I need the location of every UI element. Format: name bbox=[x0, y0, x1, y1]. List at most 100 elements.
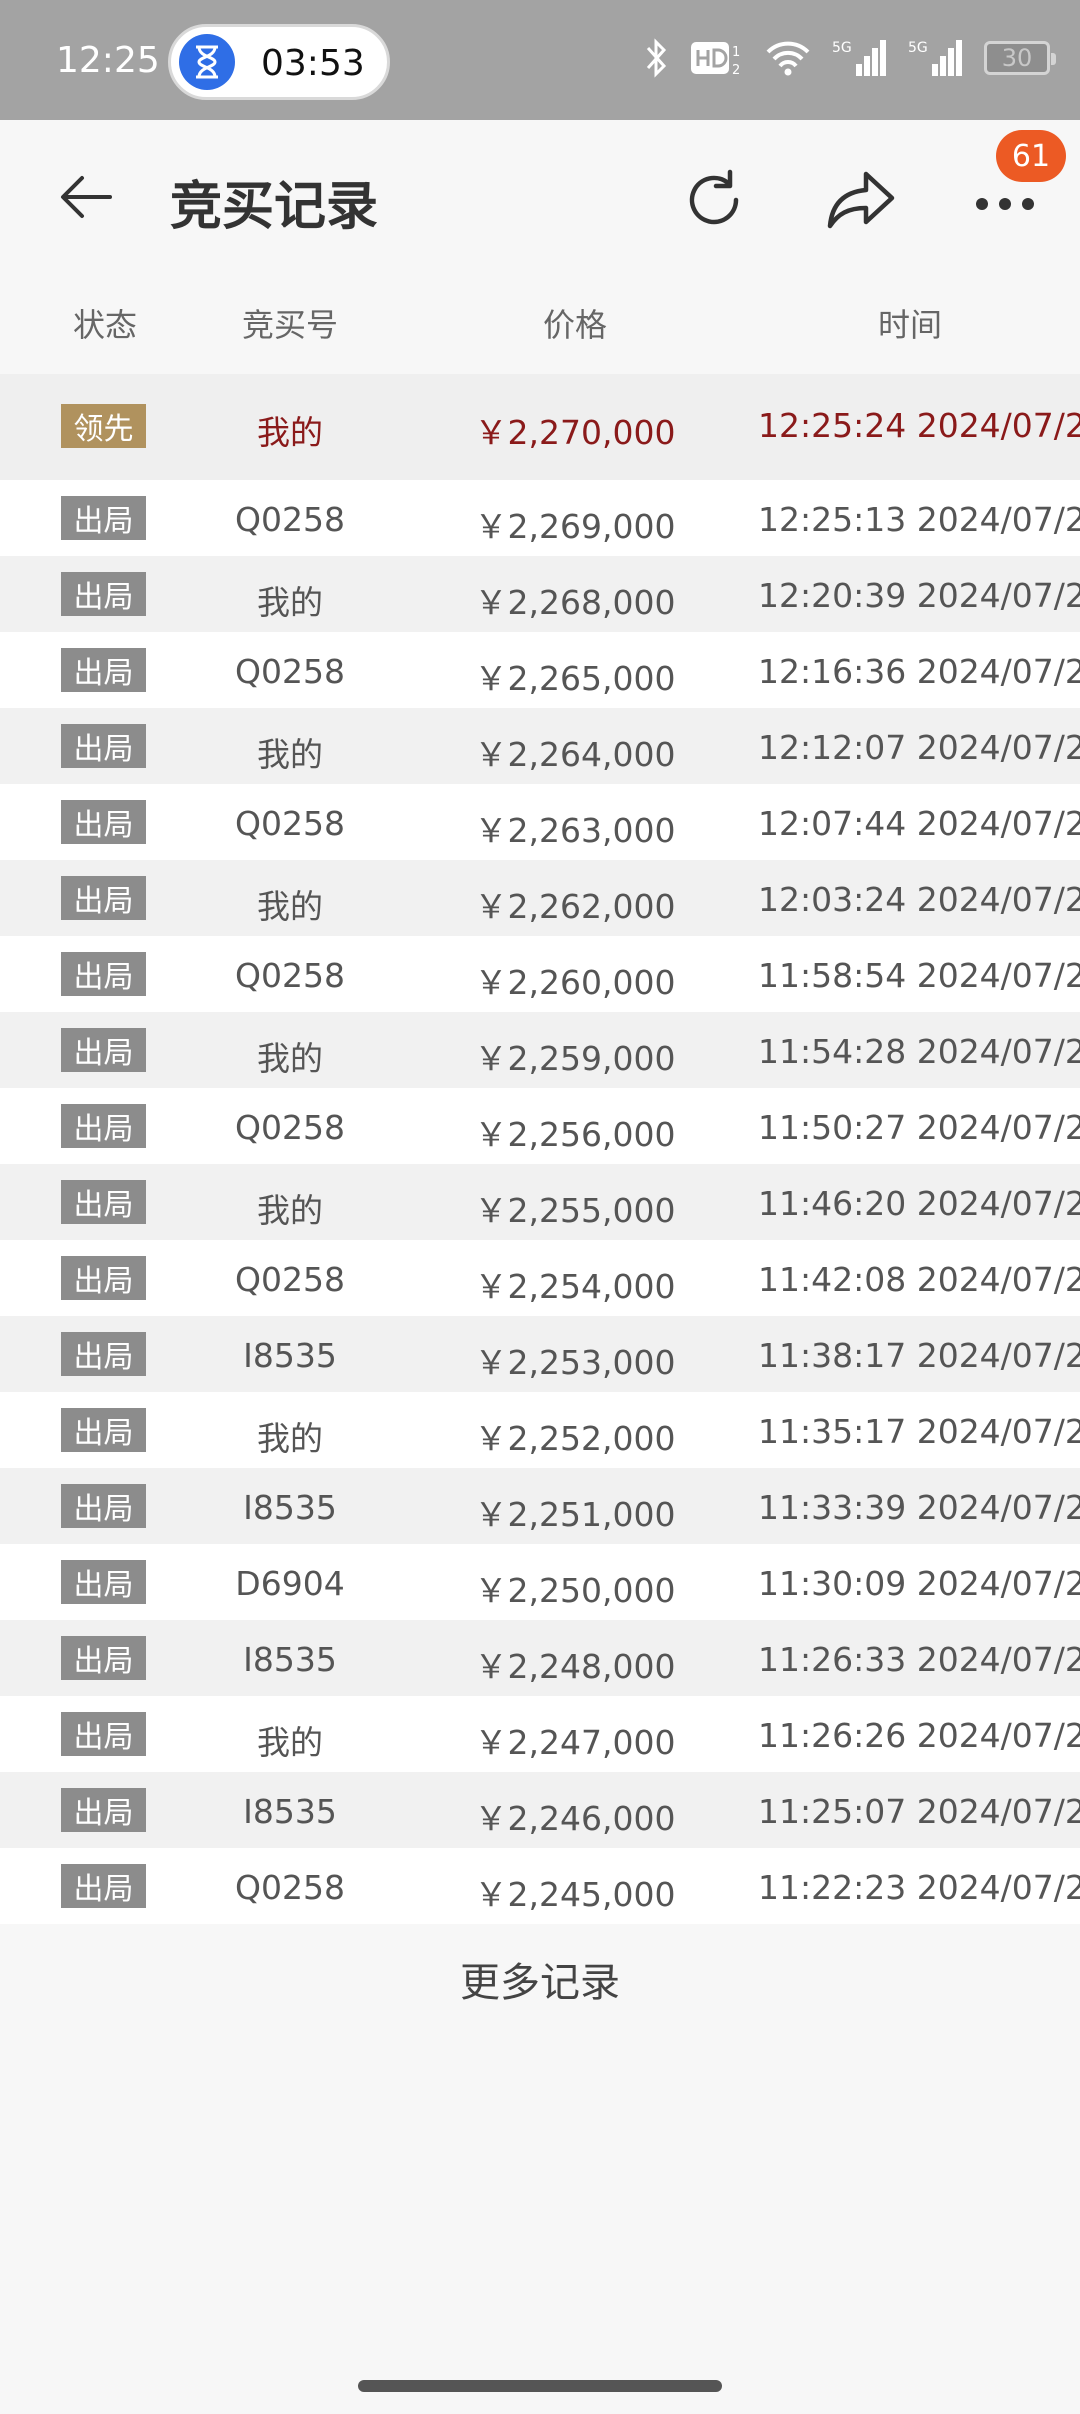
bidder-id: Q0258 bbox=[235, 804, 345, 843]
bid-price: ￥2,255,000 bbox=[474, 1191, 676, 1230]
bidder-id: I8535 bbox=[243, 1336, 337, 1375]
bid-time: 12:12:07 2024/07/26 bbox=[758, 728, 1080, 767]
table-row: 出局 我的 ￥2,255,000 11:46:20 2024/07/26 bbox=[0, 1164, 1080, 1240]
bid-price: ￥2,247,000 bbox=[474, 1723, 676, 1762]
bidder-id: Q0258 bbox=[235, 652, 345, 691]
status-tag: 出局 bbox=[61, 1560, 146, 1604]
table-row: 出局 我的 ￥2,252,000 11:35:17 2024/07/26 bbox=[0, 1392, 1080, 1468]
status-tag: 出局 bbox=[61, 1028, 146, 1072]
bid-price: ￥2,270,000 bbox=[474, 413, 676, 452]
status-tag: 出局 bbox=[61, 1408, 146, 1452]
bluetooth-icon bbox=[646, 38, 667, 78]
bid-price: ￥2,245,000 bbox=[474, 1875, 676, 1914]
bid-time: 11:22:23 2024/07/26 bbox=[758, 1868, 1080, 1907]
bid-time: 11:25:07 2024/07/26 bbox=[758, 1792, 1080, 1831]
bidder-id: 我的 bbox=[257, 413, 323, 452]
bid-time: 11:54:28 2024/07/26 bbox=[758, 1032, 1080, 1071]
bidder-id: Q0258 bbox=[235, 1868, 345, 1907]
status-tag: 出局 bbox=[61, 572, 146, 616]
bid-time: 11:35:17 2024/07/26 bbox=[758, 1412, 1080, 1451]
svg-text:2: 2 bbox=[732, 63, 740, 78]
signal-5g-icon: 5G bbox=[908, 40, 962, 76]
bidder-id: 我的 bbox=[257, 1723, 323, 1762]
table-row: 出局 I8535 ￥2,246,000 11:25:07 2024/07/26 bbox=[0, 1772, 1080, 1848]
table-row: 出局 I8535 ￥2,251,000 11:33:39 2024/07/26 bbox=[0, 1468, 1080, 1544]
table-row: 出局 Q0258 ￥2,260,000 11:58:54 2024/07/26 bbox=[0, 936, 1080, 1012]
more-button[interactable] bbox=[970, 184, 1040, 224]
bid-time: 12:03:24 2024/07/26 bbox=[758, 880, 1080, 919]
refresh-icon bbox=[689, 169, 739, 225]
bid-price: ￥2,260,000 bbox=[474, 963, 676, 1002]
column-header-price: 价格 bbox=[542, 306, 607, 344]
status-tag: 出局 bbox=[61, 1256, 146, 1300]
bid-price: ￥2,262,000 bbox=[474, 887, 676, 926]
bidder-id: 我的 bbox=[257, 583, 323, 622]
bidder-id: D6904 bbox=[235, 1564, 345, 1603]
bid-time: 11:26:33 2024/07/26 bbox=[758, 1640, 1080, 1679]
bid-time: 12:25:24 2024/07/26 bbox=[758, 406, 1080, 445]
bidder-id: Q0258 bbox=[235, 1260, 345, 1299]
home-indicator[interactable] bbox=[358, 2380, 722, 2392]
svg-text:1: 1 bbox=[732, 45, 740, 60]
bid-price: ￥2,248,000 bbox=[474, 1647, 676, 1686]
status-tag: 出局 bbox=[61, 1332, 146, 1376]
app-header: 竞买记录 61 bbox=[0, 120, 1080, 270]
table-row: 出局 Q0258 ￥2,256,000 11:50:27 2024/07/26 bbox=[0, 1088, 1080, 1164]
bidder-id: 我的 bbox=[257, 1419, 323, 1458]
bid-time: 11:58:54 2024/07/26 bbox=[758, 956, 1080, 995]
bid-time: 11:50:27 2024/07/26 bbox=[758, 1108, 1080, 1147]
bidder-id: I8535 bbox=[243, 1640, 337, 1679]
bidder-id: Q0258 bbox=[235, 956, 345, 995]
bid-time: 12:07:44 2024/07/26 bbox=[758, 804, 1080, 843]
bid-time: 12:16:36 2024/07/26 bbox=[758, 652, 1080, 691]
status-tag: 出局 bbox=[61, 724, 146, 768]
column-header-bidder: 竞买号 bbox=[241, 306, 338, 344]
table-row: 出局 我的 ￥2,259,000 11:54:28 2024/07/26 bbox=[0, 1012, 1080, 1088]
share-button[interactable] bbox=[824, 166, 898, 234]
refresh-button[interactable] bbox=[680, 166, 748, 234]
table-row: 出局 我的 ￥2,268,000 12:20:39 2024/07/26 bbox=[0, 556, 1080, 632]
column-header-status: 状态 bbox=[72, 306, 137, 344]
status-icons: 1 2 5G 5G 30 bbox=[644, 38, 1056, 78]
table-row: 出局 D6904 ￥2,250,000 11:30:09 2024/07/26 bbox=[0, 1544, 1080, 1620]
table-row: 出局 Q0258 ￥2,245,000 11:22:23 2024/07/26 bbox=[0, 1848, 1080, 1924]
table-row: 出局 I8535 ￥2,248,000 11:26:33 2024/07/26 bbox=[0, 1620, 1080, 1696]
table-row: 出局 Q0258 ￥2,254,000 11:42:08 2024/07/26 bbox=[0, 1240, 1080, 1316]
bidder-id: I8535 bbox=[243, 1488, 337, 1527]
svg-text:5G: 5G bbox=[908, 40, 928, 56]
bid-time: 11:46:20 2024/07/26 bbox=[758, 1184, 1080, 1223]
status-tag: 领先 bbox=[61, 404, 146, 448]
bid-price: ￥2,264,000 bbox=[474, 735, 676, 774]
timer-value: 03:53 bbox=[261, 43, 365, 84]
back-button[interactable] bbox=[56, 172, 116, 222]
more-dots-icon bbox=[976, 198, 1034, 210]
status-tag: 出局 bbox=[61, 1104, 146, 1148]
bid-price: ￥2,268,000 bbox=[474, 583, 676, 622]
bidder-id: Q0258 bbox=[235, 1108, 345, 1147]
svg-text:5G: 5G bbox=[832, 40, 852, 56]
bid-price: ￥2,254,000 bbox=[474, 1267, 676, 1306]
bid-price: ￥2,265,000 bbox=[474, 659, 676, 698]
status-tag: 出局 bbox=[61, 1864, 146, 1908]
status-time: 12:25 bbox=[56, 40, 160, 81]
bid-time: 11:30:09 2024/07/26 bbox=[758, 1564, 1080, 1603]
status-tag: 出局 bbox=[61, 800, 146, 844]
table-row: 出局 我的 ￥2,264,000 12:12:07 2024/07/26 bbox=[0, 708, 1080, 784]
bid-time: 12:20:39 2024/07/26 bbox=[758, 576, 1080, 615]
status-tag: 出局 bbox=[61, 1484, 146, 1528]
status-bar: 12:25 03:53 1 2 5G 5G 30 bbox=[0, 0, 1080, 120]
bid-price: ￥2,250,000 bbox=[474, 1571, 676, 1610]
bid-price: ￥2,253,000 bbox=[474, 1343, 676, 1382]
table-row: 出局 Q0258 ￥2,265,000 12:16:36 2024/07/26 bbox=[0, 632, 1080, 708]
more-records-button[interactable]: 更多记录 bbox=[0, 1950, 1080, 2008]
table-row: 出局 Q0258 ￥2,269,000 12:25:13 2024/07/26 bbox=[0, 480, 1080, 556]
bidder-id: 我的 bbox=[257, 887, 323, 926]
status-tag: 出局 bbox=[61, 496, 146, 540]
notification-badge: 61 bbox=[996, 130, 1066, 182]
bid-time: 11:33:39 2024/07/26 bbox=[758, 1488, 1080, 1527]
bid-price: ￥2,263,000 bbox=[474, 811, 676, 850]
bid-record-list: 领先 我的 ￥2,270,000 12:25:24 2024/07/26 出局 Q025… bbox=[0, 374, 1080, 1924]
table-row: 出局 I8535 ￥2,253,000 11:38:17 2024/07/26 bbox=[0, 1316, 1080, 1392]
status-tag: 出局 bbox=[61, 1180, 146, 1224]
timer-pill[interactable]: 03:53 bbox=[168, 24, 390, 100]
